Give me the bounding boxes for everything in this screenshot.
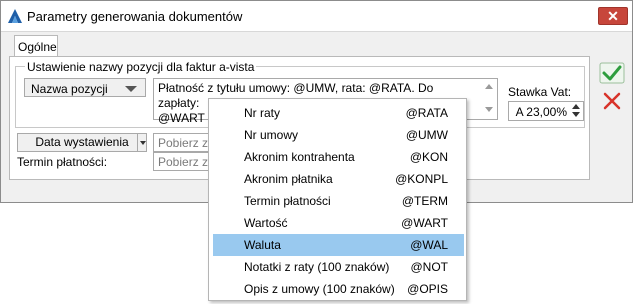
menu-item-code: @KONPL: [395, 172, 448, 186]
save-button[interactable]: [599, 62, 625, 84]
issue-date-source-field[interactable]: Pobierz z ra: [153, 133, 213, 152]
tab-general[interactable]: Ogólne: [14, 35, 58, 57]
menu-item-label: Waluta: [244, 238, 281, 252]
menu-item-label: Wartość: [244, 216, 288, 230]
chevron-down-icon: [125, 86, 137, 92]
menu-item-kon[interactable]: Akronim kontrahenta @KON: [213, 146, 464, 168]
vat-rate-value: A 23,00%: [515, 105, 567, 119]
issue-date-dropdown[interactable]: [137, 133, 147, 152]
close-icon: ✕: [607, 7, 619, 24]
cross-icon: [603, 92, 621, 110]
menu-item-label: Akronim płatnika: [244, 172, 333, 186]
menu-item-label: Nr raty: [244, 106, 280, 120]
menu-item-code: @UMW: [405, 128, 448, 142]
menu-item-label: Nr umowy: [244, 128, 299, 142]
window-title: Parametry generowania dokumentów: [27, 9, 243, 24]
cancel-button[interactable]: [599, 90, 625, 112]
payment-term-source-field[interactable]: Pobierz z ra: [153, 152, 213, 171]
item-name-combo-label: Nazwa pozycji: [31, 82, 108, 96]
menu-item-label: Opis z umowy (100 znaków): [244, 282, 395, 296]
menu-item-code: @WAL: [410, 238, 448, 252]
spin-up-icon[interactable]: [572, 104, 580, 109]
vat-label: Stawka Vat:: [508, 85, 572, 99]
menu-item-wart[interactable]: Wartość @WART: [213, 212, 464, 234]
title-bar: Parametry generowania dokumentów ✕: [1, 1, 632, 32]
spin-down-icon[interactable]: [572, 112, 580, 117]
menu-item-opis[interactable]: Opis z umowy (100 znaków) @OPIS: [213, 278, 464, 300]
chevron-down-icon: [140, 141, 146, 145]
menu-item-wal[interactable]: Waluta @WAL: [213, 234, 464, 256]
menu-item-label: Notatki z raty (100 znaków): [244, 260, 390, 274]
menu-item-term[interactable]: Termin płatności @TERM: [213, 190, 464, 212]
app-logo-icon: [8, 9, 22, 23]
parameter-context-menu: Nr raty @RATA Nr umowy @UMW Akronim kont…: [208, 98, 467, 301]
menu-item-label: Akronim kontrahenta: [244, 150, 355, 164]
menu-item-not[interactable]: Notatki z raty (100 znaków) @NOT: [213, 256, 464, 278]
close-button[interactable]: ✕: [598, 7, 628, 25]
scroll-up-icon[interactable]: [485, 84, 493, 89]
scroll-down-icon[interactable]: [485, 107, 493, 112]
menu-item-code: @OPIS: [407, 282, 448, 296]
menu-item-code: @NOT: [410, 260, 448, 274]
menu-item-code: @WART: [401, 216, 448, 230]
item-name-combo[interactable]: Nazwa pozycji: [24, 78, 146, 97]
vat-rate-spinner[interactable]: A 23,00%: [508, 101, 584, 121]
menu-item-konpl[interactable]: Akronim płatnika @KONPL: [213, 168, 464, 190]
group-label: Ustawienie nazwy pozycji dla faktur a-vi…: [25, 60, 257, 74]
menu-item-code: @KON: [409, 150, 448, 164]
menu-item-code: @TERM: [401, 194, 448, 208]
issue-date-combo[interactable]: Data wystawienia: [17, 133, 147, 152]
spin-buttons[interactable]: [571, 104, 581, 118]
menu-item-label: Termin płatności: [244, 194, 331, 208]
payment-term-label: Termin płatności:: [17, 155, 108, 169]
menu-item-umw[interactable]: Nr umowy @UMW: [213, 124, 464, 146]
menu-item-code: @RATA: [405, 106, 448, 120]
menu-item-rata[interactable]: Nr raty @RATA: [213, 102, 464, 124]
